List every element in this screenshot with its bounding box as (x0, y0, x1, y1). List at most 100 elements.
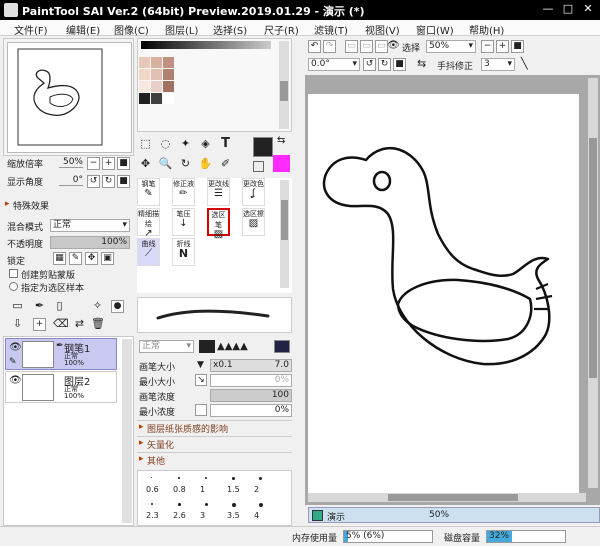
brush-change-color[interactable]: 更改色 ʆ (242, 178, 265, 206)
brush-size-preset[interactable]: 2.6 (173, 511, 186, 520)
opacity-slider[interactable]: 100% (50, 236, 130, 249)
canvas-horizontal-scrollbar[interactable] (308, 493, 586, 502)
min-density-checkbox[interactable] (195, 404, 207, 416)
other-section[interactable]: ▸ 其他 (137, 452, 292, 467)
color-swatch[interactable] (163, 93, 174, 104)
eye-icon[interactable]: 👁 (9, 375, 22, 386)
color-swatch[interactable] (163, 69, 174, 80)
color-swatch[interactable] (139, 93, 150, 104)
zoom-icon[interactable]: 🔍 (157, 155, 174, 172)
redo-icon[interactable]: ↷ (323, 40, 336, 53)
new-folder-icon[interactable]: ▯ (53, 300, 66, 313)
merge-down-icon[interactable]: ⇩ (11, 318, 24, 331)
transfer-icon[interactable]: ⇄ (73, 318, 86, 331)
zoom-value[interactable]: 50% (59, 157, 83, 168)
eyedropper-icon[interactable]: ✐ (217, 155, 234, 172)
canvas-zoom-select[interactable]: 50% ▾ (426, 40, 476, 53)
flip-icon[interactable]: ⇆ (417, 57, 426, 70)
line-tool-icon[interactable]: ╲ (521, 57, 528, 70)
color-swatch[interactable] (139, 81, 150, 92)
canvas-rotate-left-button[interactable]: ↺ (363, 58, 376, 71)
color-gradient-bar[interactable] (141, 41, 271, 49)
transparent-color-icon[interactable] (253, 161, 264, 172)
angle-value[interactable]: 0° (59, 175, 83, 186)
color-swatch[interactable] (151, 93, 162, 104)
add-mask-icon[interactable]: + (33, 318, 46, 331)
brush-shape-round[interactable]: ▲▲▲▲ (217, 341, 248, 352)
menu-help[interactable]: 帮助(H) (469, 22, 504, 37)
new-pen-layer-icon[interactable]: ✒ (33, 300, 46, 313)
brush-polyline[interactable]: 折线 N (172, 238, 195, 266)
swatch-scrollbar[interactable] (279, 41, 289, 129)
zoom-in-button[interactable]: + (102, 157, 115, 170)
eye-icon[interactable]: 👁 (387, 40, 400, 51)
lock-brush-icon[interactable]: ✎ (69, 252, 82, 265)
undo-icon[interactable]: ↶ (308, 40, 321, 53)
brush-fine-trace[interactable]: 精细描绘 ↗ (137, 208, 160, 239)
vector-section[interactable]: ▸ 矢量化 (137, 436, 292, 451)
clear-layer-icon[interactable]: ⌫ (53, 318, 69, 331)
lock-alpha-icon[interactable]: ▣ (101, 252, 114, 265)
canvas-zoom-in-button[interactable]: + (496, 40, 509, 53)
menu-select[interactable]: 选择(S) (213, 22, 247, 37)
layer-row[interactable]: 👁 ✎ ✒ 钢笔1 正常 100% (5, 338, 117, 370)
menu-ruler[interactable]: 尺子(R) (264, 22, 299, 37)
brush-change-line[interactable]: 更改线 ☰ (207, 178, 230, 206)
move-icon[interactable]: ✥ (137, 155, 154, 172)
brush-pen[interactable]: 钢笔 ✎ (137, 178, 160, 206)
canvas-vertical-scrollbar[interactable] (588, 78, 598, 488)
menu-file[interactable]: 文件(F) (14, 22, 48, 37)
menu-view[interactable]: 视图(V) (365, 22, 400, 37)
new-layer-icon[interactable]: ▭ (11, 300, 24, 313)
menu-edit[interactable]: 编辑(E) (66, 22, 100, 37)
maximize-button[interactable]: □ (560, 2, 576, 17)
canvas-rotate-reset-button[interactable]: ■ (393, 58, 406, 71)
color-swatch[interactable] (151, 69, 162, 80)
invert-select-icon[interactable]: ▭ (360, 40, 373, 53)
brush-pressure[interactable]: 笔压 ↓ (172, 208, 195, 236)
brush-shape-square[interactable] (274, 340, 290, 353)
navigator-preview[interactable] (7, 42, 132, 153)
brush-size-preset[interactable]: 4 (254, 511, 259, 520)
color-swatch[interactable] (151, 57, 162, 68)
lock-pixels-icon[interactable]: ▦ (53, 252, 66, 265)
brush-size-preset[interactable]: 0.6 (146, 485, 159, 494)
brush-size-preset[interactable]: 2.3 (146, 511, 159, 520)
layer-mask-icon[interactable]: ● (111, 300, 124, 313)
brush-size-preset[interactable]: 1.5 (227, 485, 240, 494)
rotate-reset-button[interactable]: ■ (117, 175, 130, 188)
rotate-left-button[interactable]: ↺ (87, 175, 100, 188)
magic-wand-icon[interactable]: ✦ (177, 135, 194, 152)
minimize-button[interactable]: — (540, 2, 556, 17)
brush-selection-eraser[interactable]: 选区擦 ▨ (242, 208, 265, 236)
brush-corrector[interactable]: 修正液 ✏ (172, 178, 195, 206)
canvas-page[interactable] (308, 94, 579, 494)
canvas-rotate-right-button[interactable]: ↻ (378, 58, 391, 71)
layer-row[interactable]: 👁 图层2 正常 100% (5, 371, 117, 403)
brush-density-slider[interactable]: 100 (210, 389, 292, 402)
rect-select-icon[interactable]: ⬚ (137, 135, 154, 152)
hand-icon[interactable]: ✋ (197, 155, 214, 172)
zoom-reset-button[interactable]: ■ (117, 157, 130, 170)
clip-mask-checkbox[interactable] (9, 269, 18, 278)
min-size-slider[interactable]: 0% (210, 374, 292, 387)
swap-colors-icon[interactable]: ⇆ (277, 135, 285, 146)
color-swatch[interactable] (139, 57, 150, 68)
brush-size-preset[interactable]: 0.8 (173, 485, 186, 494)
stabilizer-select[interactable]: 3 ▾ (481, 58, 515, 71)
menu-filter[interactable]: 滤镜(T) (314, 22, 348, 37)
effects-header[interactable]: ▸ 特殊效果 (3, 198, 134, 212)
rotate-right-button[interactable]: ↻ (102, 175, 115, 188)
selection-source-radio[interactable] (9, 282, 18, 291)
bucket-icon[interactable]: ◈ (197, 135, 214, 152)
brush-size-preset[interactable]: 2 (254, 485, 259, 494)
brush-size-preset[interactable]: 1 (200, 485, 205, 494)
primary-color-swatch[interactable] (253, 137, 273, 157)
canvas-angle-select[interactable]: 0.0° ▾ (308, 58, 360, 71)
brush-shape-flat[interactable] (199, 340, 215, 353)
brush-size-preset[interactable]: 3 (200, 511, 205, 520)
delete-layer-icon[interactable]: 🗑 (91, 318, 105, 331)
secondary-color-swatch[interactable] (273, 155, 290, 172)
min-density-slider[interactable]: 0% (210, 404, 292, 417)
blend-mode-select[interactable]: 正常 ▾ (50, 219, 130, 232)
